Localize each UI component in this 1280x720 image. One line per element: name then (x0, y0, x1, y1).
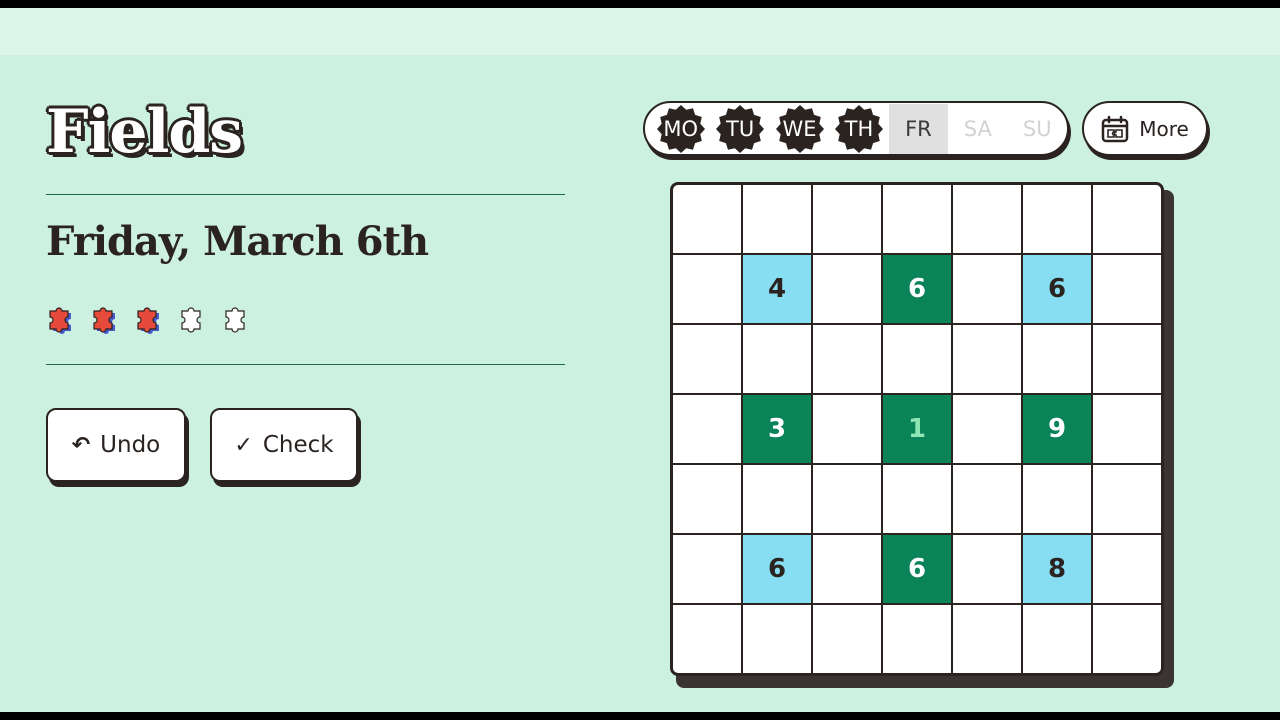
grid-cell[interactable] (813, 325, 883, 395)
more-label: More (1139, 116, 1189, 141)
grid-cell[interactable] (813, 255, 883, 325)
grid-cell[interactable] (673, 535, 743, 605)
puzzle-board: 4 6 6 3 1 9 6 6 8 (670, 182, 1176, 690)
grid-cell[interactable] (1023, 605, 1093, 673)
day-label: TH (844, 116, 874, 141)
grid-cell[interactable] (673, 605, 743, 673)
more-button[interactable]: More (1082, 101, 1208, 156)
clue-value: 6 (907, 554, 927, 584)
puzzle-piece-empty-icon (225, 307, 245, 333)
check-button[interactable]: ✓ Check (210, 408, 358, 482)
undo-label: Undo (100, 432, 161, 458)
day-sa[interactable]: SA (948, 104, 1007, 154)
grid-cell[interactable] (1093, 535, 1161, 605)
grid-cell[interactable] (813, 465, 883, 535)
calendar-puzzle-icon (1101, 115, 1129, 142)
progress-pieces (46, 302, 256, 334)
divider-top (46, 194, 565, 195)
grid-cell[interactable] (1093, 185, 1161, 255)
clue-cell[interactable]: 6 (883, 535, 953, 605)
grid-cell[interactable] (883, 325, 953, 395)
clue-value: 4 (767, 274, 787, 304)
clue-cell[interactable]: 8 (1023, 535, 1093, 605)
puzzle-piece-filled-icon (137, 307, 159, 334)
day-label: TU (726, 116, 755, 141)
grid-cell[interactable] (743, 185, 813, 255)
divider-bottom (46, 364, 565, 365)
day-mo[interactable]: MO (651, 104, 710, 154)
clue-cell[interactable]: 1 (883, 395, 953, 465)
board-grid: 4 6 6 3 1 9 6 6 8 (670, 182, 1164, 676)
grid-cell[interactable] (673, 325, 743, 395)
clue-cell[interactable]: 9 (1023, 395, 1093, 465)
clue-value: 6 (767, 554, 787, 584)
clue-value: 6 (1047, 274, 1067, 304)
undo-button[interactable]: ↶ Undo (46, 408, 186, 482)
day-su[interactable]: SU (1008, 104, 1067, 154)
day-tu[interactable]: TU (710, 104, 769, 154)
puzzle-piece-empty-icon (181, 307, 201, 333)
clue-cell[interactable]: 6 (883, 255, 953, 325)
grid-cell[interactable] (1093, 325, 1161, 395)
grid-cell[interactable] (743, 605, 813, 673)
day-label: SA (963, 116, 992, 141)
grid-cell[interactable] (743, 465, 813, 535)
grid-cell[interactable] (813, 605, 883, 673)
puzzle-date: Friday, March 6th (46, 218, 429, 265)
day-fr[interactable]: FR (888, 103, 949, 154)
day-label: WE (782, 116, 817, 141)
undo-arrow-icon: ↶ (71, 432, 91, 458)
day-we[interactable]: WE (770, 104, 829, 154)
puzzle-piece-filled-icon (93, 307, 115, 334)
grid-cell[interactable] (673, 395, 743, 465)
day-th[interactable]: TH (829, 104, 888, 154)
clue-value: 9 (1047, 414, 1067, 444)
grid-cell[interactable] (953, 255, 1023, 325)
grid-cell[interactable] (953, 395, 1023, 465)
grid-cell[interactable] (1093, 255, 1161, 325)
grid-cell[interactable] (883, 605, 953, 673)
grid-cell[interactable] (813, 535, 883, 605)
game-logo: Fields (46, 97, 243, 167)
bottom-black-bar (0, 712, 1280, 720)
checkmark-icon: ✓ (234, 432, 253, 458)
clue-cell[interactable]: 6 (743, 535, 813, 605)
grid-cell[interactable] (883, 465, 953, 535)
top-black-bar (0, 0, 1280, 8)
grid-cell[interactable] (673, 465, 743, 535)
grid-cell[interactable] (673, 255, 743, 325)
grid-cell[interactable] (953, 465, 1023, 535)
grid-cell[interactable] (1093, 605, 1161, 673)
grid-cell[interactable] (1023, 185, 1093, 255)
grid-cell[interactable] (953, 535, 1023, 605)
grid-cell[interactable] (813, 395, 883, 465)
grid-cell[interactable] (1023, 325, 1093, 395)
grid-cell[interactable] (1023, 465, 1093, 535)
grid-cell[interactable] (1093, 465, 1161, 535)
clue-value: 1 (907, 414, 927, 444)
clue-cell[interactable]: 3 (743, 395, 813, 465)
grid-cell[interactable] (743, 325, 813, 395)
grid-cell[interactable] (953, 325, 1023, 395)
clue-value: 6 (907, 274, 927, 304)
grid-cell[interactable] (883, 185, 953, 255)
day-selector: MO TU WE TH FR SA SU (643, 101, 1069, 156)
clue-cell[interactable]: 6 (1023, 255, 1093, 325)
clue-value: 3 (767, 414, 787, 444)
day-label: SU (1022, 116, 1052, 141)
day-label: FR (905, 116, 932, 141)
top-band (0, 8, 1280, 55)
grid-cell[interactable] (813, 185, 883, 255)
grid-cell[interactable] (1093, 395, 1161, 465)
check-label: Check (262, 432, 334, 458)
grid-cell[interactable] (953, 185, 1023, 255)
puzzle-piece-filled-icon (49, 307, 71, 334)
clue-value: 8 (1047, 554, 1067, 584)
clue-cell[interactable]: 4 (743, 255, 813, 325)
day-label: MO (663, 116, 699, 141)
grid-cell[interactable] (673, 185, 743, 255)
grid-cell[interactable] (953, 605, 1023, 673)
